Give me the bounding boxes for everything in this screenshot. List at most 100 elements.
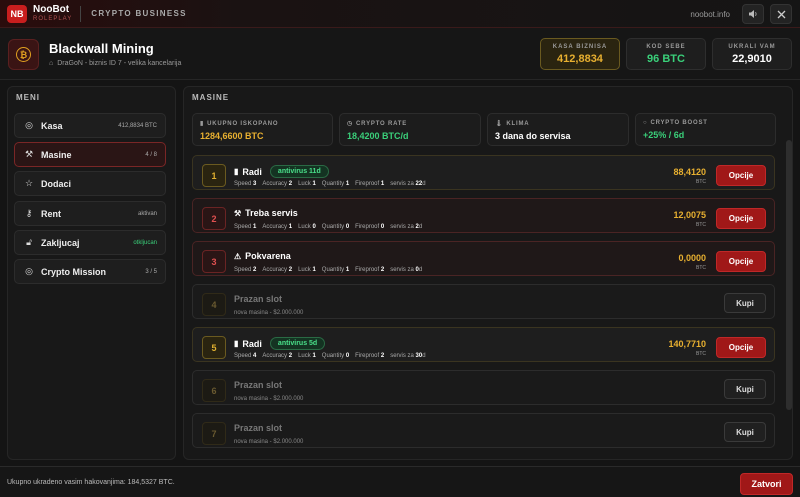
machine-slot-6: 6 Prazan slot nova masina - $2.000.000 K…	[192, 370, 775, 405]
slot-number: 5	[202, 336, 226, 359]
menu-item-label: Rent	[41, 208, 61, 219]
slot-stats: Speed 3 Accuracy 2 Luck 1 Quantity 1 Fir…	[234, 181, 426, 187]
slot-currency: BTC	[696, 265, 706, 271]
slot-number: 7	[202, 422, 226, 445]
target-icon: ◎	[25, 266, 33, 276]
slot-number: 1	[202, 164, 226, 187]
info-crypto-boost: ○ CRYPTO BOOST +25% / 6d	[635, 113, 776, 146]
chart-icon: ▮	[200, 121, 205, 127]
menu-item-value: 3 / 5	[145, 268, 157, 275]
slot-price: nova masina - $2.000.000	[234, 310, 304, 316]
menu-item-dodaci[interactable]: ☆ Dodaci	[14, 171, 166, 196]
bitcoin-icon: ₿	[8, 39, 39, 70]
divider	[80, 5, 82, 22]
machine-slot-4: 4 Prazan slot nova masina - $2.000.000 K…	[192, 284, 775, 319]
info-crypto-rate: ◷ CRYPTO RATE 18,4200 BTC/d	[339, 113, 481, 146]
buy-button[interactable]: Kupi	[724, 293, 766, 313]
key-icon: ⚷	[25, 208, 33, 218]
footer-text: Ukupno ukradeno vasim hakovanjima: 184,5…	[7, 479, 175, 486]
slot-number: 2	[202, 207, 226, 230]
machine-slot-7: 7 Prazan slot nova masina - $2.000.000 K…	[192, 413, 775, 448]
machine-slot-3: 3 ⚠ Pokvarena Speed 2 Accuracy 2 Luck 1 …	[192, 241, 775, 276]
stat-value: 412,8834	[557, 53, 603, 65]
warning-icon: ⚠	[234, 251, 242, 261]
info-value: +25% / 6d	[643, 130, 685, 140]
stat-kasa-biznisa: KASA BIZNISA 412,8834	[540, 38, 620, 70]
stat-kod-sebe: KOD SEBE 96 BTC	[626, 38, 706, 70]
brand-name: NooBot	[33, 4, 70, 15]
slot-currency: BTC	[696, 179, 706, 185]
menu-item-label: Masine	[41, 149, 72, 160]
business-subtitle: ⌂ DraGoN - biznis ID 7 - velika kancelar…	[49, 60, 181, 67]
menu-item-zakljucaj[interactable]: 🔓︎ Zakljucaj otkljucan	[14, 230, 166, 255]
menu-item-value: 412,8834 BTC	[118, 122, 157, 129]
stat-label: KOD SEBE	[646, 44, 686, 50]
menu-item-crypto-mission[interactable]: ◎ Crypto Mission 3 / 5	[14, 259, 166, 284]
slot-amount: 12,0075	[673, 210, 706, 220]
slot-stats: Speed 4 Accuracy 2 Luck 1 Quantity 0 Fir…	[234, 353, 426, 359]
brand: NooBot ROLEPLAY	[33, 4, 73, 23]
speaker-icon	[749, 10, 757, 18]
stat-value: 96 BTC	[647, 53, 685, 65]
menu-item-label: Dodaci	[41, 178, 72, 189]
chart-icon: ▮	[234, 339, 239, 348]
home-icon: ⌂	[49, 60, 54, 67]
chart-icon: ▮	[234, 167, 239, 176]
buy-button[interactable]: Kupi	[724, 379, 766, 399]
slot-price: nova masina - $2.000.000	[234, 439, 304, 445]
business-header: ₿ Blackwall Mining ⌂ DraGoN - biznis ID …	[0, 28, 800, 80]
slot-status: Prazan slot	[234, 294, 283, 304]
wrench-icon: ⚒	[234, 208, 242, 218]
options-button[interactable]: Opcije	[716, 165, 766, 186]
slot-number: 3	[202, 250, 226, 273]
menu-item-value: 4 / 8	[145, 151, 157, 158]
slot-number: 4	[202, 293, 226, 316]
buy-button[interactable]: Kupi	[724, 422, 766, 442]
machine-slot-2: 2 ⚒ Treba servis Speed 1 Accuracy 1 Luck…	[192, 198, 775, 233]
info-label: KLIMA	[506, 120, 530, 127]
slot-amount: 140,7710	[668, 339, 706, 349]
menu-heading: MENI	[16, 93, 40, 102]
slot-amount: 0,0000	[678, 253, 706, 263]
menu-item-kasa[interactable]: ◎ Kasa 412,8834 BTC	[14, 113, 166, 138]
slot-number: 6	[202, 379, 226, 402]
options-button[interactable]: Opcije	[716, 208, 766, 229]
slot-stats: Speed 1 Accuracy 1 Luck 0 Quantity 0 Fir…	[234, 224, 423, 230]
menu-item-value: aktivan	[137, 210, 157, 217]
scrollbar[interactable]	[786, 140, 792, 410]
menu-item-masine[interactable]: ⚒ Masine 4 / 8	[14, 142, 166, 167]
menu-item-label: Kasa	[41, 120, 63, 131]
close-button[interactable]: Zatvori	[740, 473, 793, 495]
close-window-button[interactable]	[770, 4, 792, 24]
slot-status: Prazan slot	[234, 380, 283, 390]
sound-button[interactable]	[742, 4, 764, 24]
menu-item-label: Zakljucaj	[41, 237, 80, 248]
stat-ukrali-vam: UKRALI VAM 22,9010	[712, 38, 792, 70]
options-button[interactable]: Opcije	[716, 337, 766, 358]
antivirus-badge: antivirus 11d	[269, 165, 329, 178]
stat-label: UKRALI VAM	[728, 44, 776, 50]
brand-sub: ROLEPLAY	[33, 16, 73, 22]
machine-slot-5: 5 ▮ Radi antivirus 5d Speed 4 Accuracy 2…	[192, 327, 775, 362]
machines-heading: MASINE	[192, 93, 230, 102]
info-value: 18,4200 BTC/d	[347, 131, 409, 141]
section-title: CRYPTO BUSINESS	[91, 9, 187, 18]
info-ukupno-iskopano: ▮ UKUPNO ISKOPANO 1284,6600 BTC	[192, 113, 333, 146]
slot-status: Prazan slot	[234, 423, 283, 433]
slot-status: Radi	[242, 338, 262, 349]
slot-price: nova masina - $2.000.000	[234, 396, 304, 402]
menu-item-rent[interactable]: ⚷ Rent aktivan	[14, 201, 166, 226]
menu-item-label: Crypto Mission	[41, 266, 107, 277]
machine-slot-1: 1 ▮ Radi antivirus 11d Speed 3 Accuracy …	[192, 155, 775, 190]
slot-stats: Speed 2 Accuracy 2 Luck 1 Quantity 1 Fir…	[234, 267, 423, 273]
clock-icon: ◷	[347, 121, 354, 127]
business-title: Blackwall Mining	[49, 41, 154, 56]
star-icon: ☆	[24, 178, 34, 188]
info-value: 1284,6600 BTC	[200, 131, 264, 141]
site-url[interactable]: noobot.info	[690, 10, 730, 19]
options-button[interactable]: Opcije	[716, 251, 766, 272]
close-icon	[777, 10, 785, 18]
stat-value: 22,9010	[732, 53, 772, 65]
info-value: 3 dana do servisa	[495, 131, 571, 141]
lock-icon: 🔓︎	[26, 237, 32, 247]
